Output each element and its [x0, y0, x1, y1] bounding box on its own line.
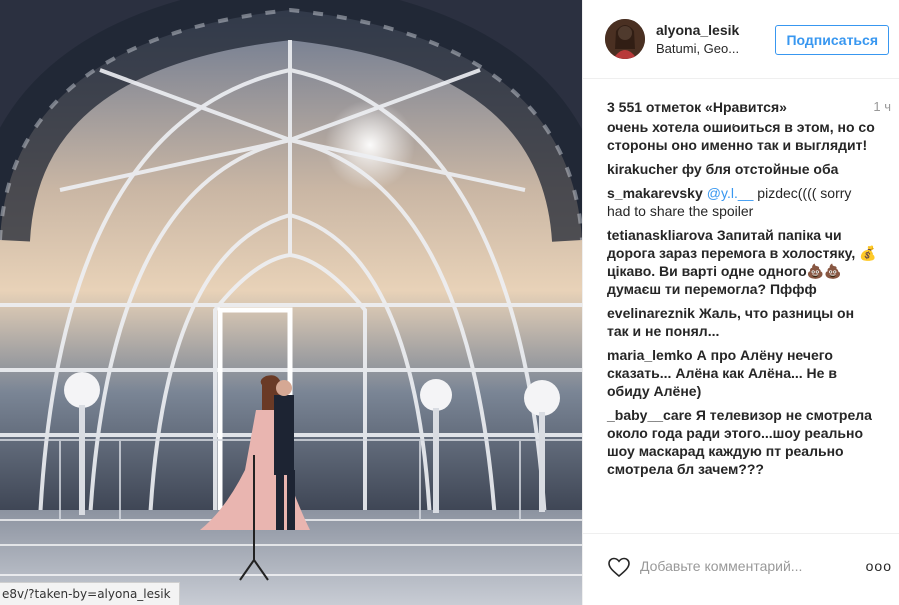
comment-item: _baby__care Я телевизор не смотрела около… — [607, 406, 877, 478]
comment-item: maria_lemko А про Алёну нечего сказать...… — [607, 346, 877, 400]
comment-item: tetianaskliarova Запитай папіка чи дорога… — [607, 226, 877, 298]
comment-item: s_makarevsky @y.l.__ pizdec(((( sorry had… — [607, 184, 877, 220]
comment-author[interactable]: s_makarevsky — [607, 185, 703, 201]
comment-item: evelinareznik Жаль, что разницы он так и … — [607, 304, 877, 340]
comments-container: очень хотела ошибиться в этом, но со сто… — [607, 124, 877, 484]
comment-text: фу бля отстойные оба — [681, 161, 839, 177]
post-photo[interactable] — [0, 0, 582, 605]
likes-count[interactable]: 3 551 отметок «Нравится» — [607, 99, 787, 115]
post-header: alyona_lesik Batumi, Geo... Подписаться — [583, 0, 899, 79]
post-time[interactable]: 1 ч — [873, 99, 891, 114]
avatar-image — [605, 19, 645, 59]
comment-author[interactable]: maria_lemko — [607, 347, 693, 363]
post-footer: Добавьте комментарий... ooo — [583, 533, 899, 605]
comment-author[interactable]: kirakucher — [607, 161, 678, 177]
comment-author[interactable]: tetianaskliarova — [607, 227, 713, 243]
heart-icon[interactable] — [607, 555, 631, 579]
comment-author[interactable]: _baby__care — [607, 407, 692, 423]
comment-mention[interactable]: @y.l.__ — [707, 185, 754, 201]
add-comment-input[interactable]: Добавьте комментарий... — [640, 558, 802, 574]
comment-author[interactable]: evelinareznik — [607, 305, 695, 321]
comment-text: очень хотела ошибиться в этом, но со сто… — [607, 124, 875, 153]
comment-item: kirakucher фу бля отстойные оба — [607, 160, 877, 178]
follow-button[interactable]: Подписаться — [775, 25, 889, 55]
comments-list[interactable]: очень хотела ошибиться в этом, но со сто… — [583, 124, 899, 533]
post-sidebar: alyona_lesik Batumi, Geo... Подписаться … — [582, 0, 899, 605]
post-location[interactable]: Batumi, Geo... — [656, 41, 739, 56]
more-options-icon[interactable]: ooo — [866, 558, 892, 574]
wedding-photo-illustration — [0, 0, 582, 605]
post-username[interactable]: alyona_lesik — [656, 22, 739, 38]
comment-item: очень хотела ошибиться в этом, но со сто… — [607, 124, 877, 154]
avatar[interactable] — [605, 19, 645, 59]
status-bar-url: e8v/?taken-by=alyona_lesik — [0, 582, 180, 605]
